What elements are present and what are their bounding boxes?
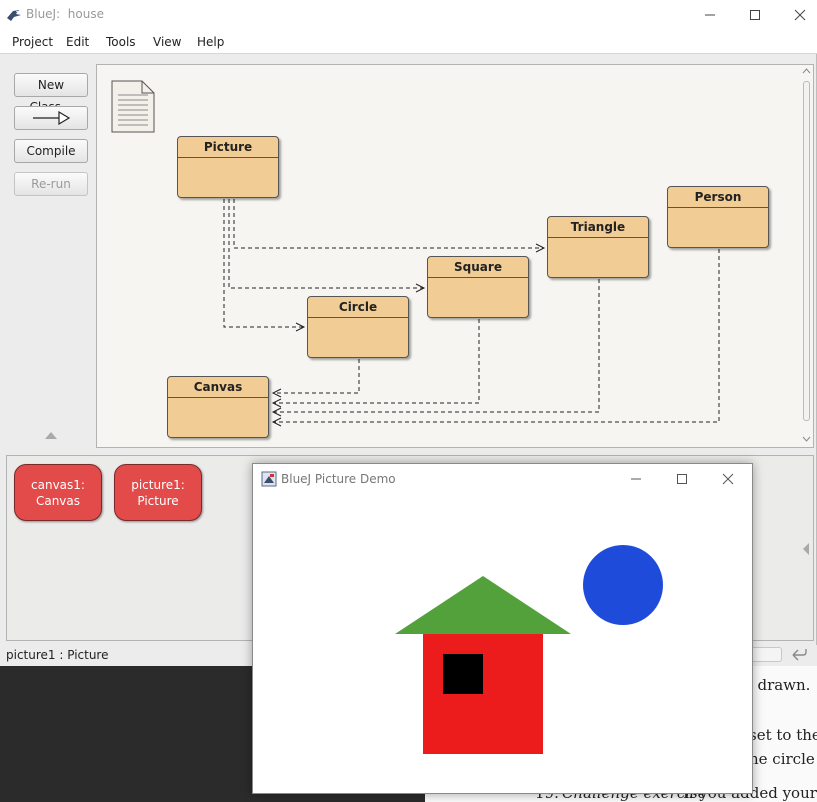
class-box-circle[interactable]: Circle xyxy=(307,296,409,358)
java-app-icon xyxy=(261,471,277,490)
arrow-icon xyxy=(33,110,71,126)
class-name: Circle xyxy=(308,297,408,318)
maximize-button[interactable] xyxy=(732,0,778,30)
picture-canvas xyxy=(395,545,663,754)
object-picture1[interactable]: picture1: Picture xyxy=(114,464,202,521)
class-box-person[interactable]: Person xyxy=(667,186,769,248)
new-class-button[interactable]: New Class... xyxy=(14,73,88,114)
house-window xyxy=(443,654,483,694)
class-name: Canvas xyxy=(168,377,268,398)
class-box-canvas[interactable]: Canvas xyxy=(167,376,269,438)
scrollbar-thumb[interactable] xyxy=(803,81,810,421)
close-button[interactable] xyxy=(777,0,817,30)
class-diagram[interactable]: Picture Person Triangle Square Circle Ca… xyxy=(96,64,814,448)
class-name: Picture xyxy=(178,137,278,158)
scroll-up-icon[interactable] xyxy=(802,67,811,75)
minimize-icon xyxy=(705,14,715,16)
readme-note-icon[interactable] xyxy=(111,80,155,133)
undo-return-icon[interactable] xyxy=(790,647,808,663)
maximize-icon xyxy=(750,10,760,20)
menu-project[interactable]: Project xyxy=(12,35,53,49)
menu-edit[interactable]: Edit xyxy=(66,35,89,49)
doc-line: set to the xyxy=(749,726,817,744)
object-canvas1[interactable]: canvas1: Canvas xyxy=(14,464,102,521)
demo-window-title: BlueJ Picture Demo xyxy=(281,472,396,486)
compile-button[interactable]: Compile xyxy=(14,139,88,163)
status-text: picture1 : Picture xyxy=(6,648,109,662)
demo-close-button[interactable] xyxy=(707,464,749,494)
maximize-icon xyxy=(677,474,687,484)
minimize-button[interactable] xyxy=(687,0,733,30)
bluej-bird-icon xyxy=(6,7,22,26)
menu-tools[interactable]: Tools xyxy=(106,35,136,49)
close-icon xyxy=(722,473,734,485)
menu-bar: Project Edit Tools View Help xyxy=(0,30,817,54)
title-bar: BlueJ: house xyxy=(0,0,817,30)
house-roof xyxy=(395,576,571,634)
class-name: Square xyxy=(428,257,528,278)
dependency-line xyxy=(228,199,423,289)
expand-left-icon[interactable] xyxy=(801,542,811,556)
dependency-line xyxy=(233,199,543,249)
class-name: Triangle xyxy=(548,217,648,238)
class-box-picture[interactable]: Picture xyxy=(177,136,279,198)
picture-demo-window: BlueJ Picture Demo xyxy=(252,463,753,794)
menu-help[interactable]: Help xyxy=(197,35,224,49)
class-box-square[interactable]: Square xyxy=(427,256,529,318)
demo-minimize-button[interactable] xyxy=(615,464,657,494)
class-name: Person xyxy=(668,187,768,208)
object-name: canvas1: xyxy=(31,478,85,492)
scroll-down-icon[interactable] xyxy=(802,435,811,443)
demo-maximize-button[interactable] xyxy=(661,464,703,494)
collapse-up-icon[interactable] xyxy=(44,430,58,440)
object-type: Picture xyxy=(137,494,179,508)
doc-line: he circle h xyxy=(749,750,817,768)
dependency-line xyxy=(273,359,360,394)
window-title: BlueJ: house xyxy=(26,7,104,21)
class-box-triangle[interactable]: Triangle xyxy=(547,216,649,278)
new-arrow-button[interactable] xyxy=(14,106,88,130)
sun-circle xyxy=(583,545,663,625)
doc-line: s drawn. xyxy=(745,676,811,694)
minimize-icon xyxy=(631,478,641,480)
object-type: Canvas xyxy=(35,494,81,508)
rerun-button[interactable]: Re-run xyxy=(14,172,88,196)
object-name: picture1: xyxy=(131,478,185,492)
close-icon xyxy=(794,9,806,21)
dependency-line xyxy=(223,199,303,328)
menu-view[interactable]: View xyxy=(153,35,181,49)
diagram-scrollbar[interactable] xyxy=(802,68,811,442)
